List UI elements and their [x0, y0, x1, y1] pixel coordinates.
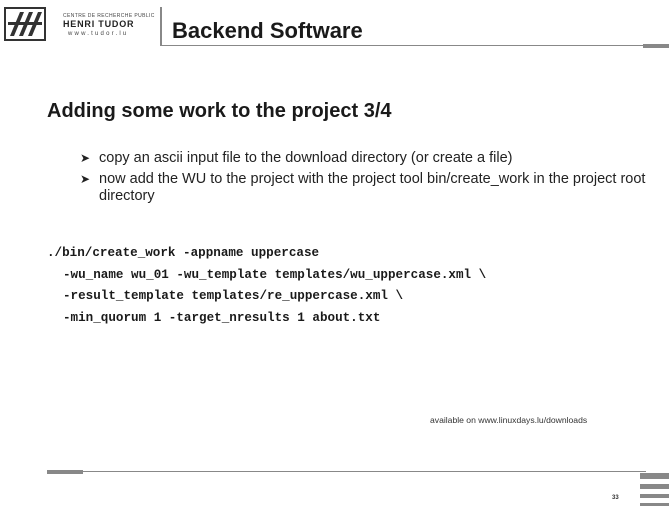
code-line: -wu_name wu_01 -wu_template templates/wu… [63, 267, 487, 282]
bullet-item: ➤ copy an ascii input file to the downlo… [80, 150, 665, 167]
arrow-bullet-icon: ➤ [80, 172, 91, 186]
page-number: 33 [612, 495, 619, 501]
bullet-item: ➤ now add the WU to the project with the… [80, 171, 665, 205]
header-title: Backend Software [172, 18, 363, 43]
bullet-list: ➤ copy an ascii input file to the downlo… [80, 150, 665, 209]
arrow-bullet-icon: ➤ [80, 151, 91, 165]
logo-name: HENRI TUDOR [63, 19, 135, 29]
bullet-text: now add the WU to the project with the p… [99, 171, 646, 204]
code-line: -min_quorum 1 -target_nresults 1 about.t… [63, 310, 381, 325]
bullet-text: copy an ascii input file to the download… [99, 150, 513, 166]
henri-tudor-logo-icon [4, 7, 46, 41]
code-line: -result_template templates/re_uppercase.… [63, 289, 404, 303]
footer-bar [640, 484, 669, 489]
header-divider [160, 7, 162, 45]
command-code-block: ./bin/create_work -appname uppercase -wu_… [47, 243, 486, 329]
institute-logo: CENTRE DE RECHERCHE PUBLIC HENRI TUDOR w… [4, 5, 164, 45]
logo-website: www.tudor.lu [68, 31, 129, 37]
header-rule [160, 45, 669, 46]
header-accent-bar [643, 44, 669, 48]
code-line: ./bin/create_work -appname uppercase [47, 246, 320, 260]
footer-bar [640, 494, 669, 498]
footer-accent-bar [47, 470, 83, 474]
footer-rule [47, 471, 646, 472]
footer-bar [640, 473, 669, 479]
footer-bars [640, 473, 669, 506]
slide-title: Adding some work to the project 3/4 [47, 100, 392, 122]
download-note: available on www.linuxdays.lu/downloads [430, 415, 588, 425]
